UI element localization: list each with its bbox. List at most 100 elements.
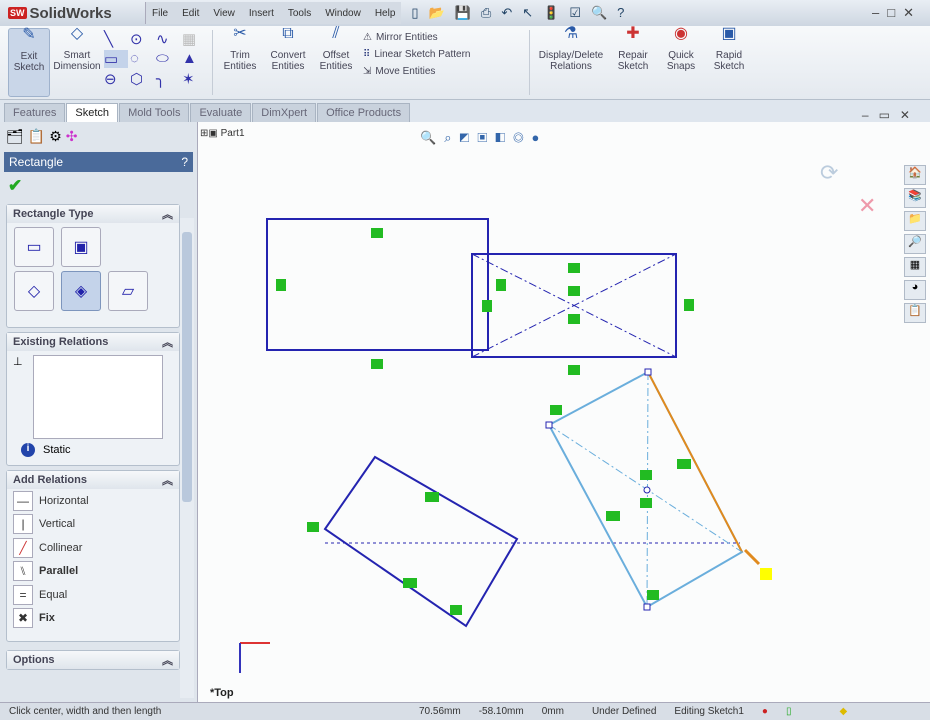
spline-icon[interactable]: ∿	[156, 30, 180, 48]
point-icon[interactable]: ✶	[182, 70, 206, 88]
center-rectangle-button[interactable]: ▣	[61, 227, 101, 267]
search-icon[interactable]: 🔍	[591, 5, 607, 21]
search-icon[interactable]: 🔎	[904, 234, 926, 254]
3pt-corner-rectangle-button[interactable]: ◇	[14, 271, 54, 311]
undo-icon[interactable]: ↶	[501, 5, 512, 21]
relations-list[interactable]	[32, 355, 163, 439]
tag-icon[interactable]: ◆	[830, 706, 856, 717]
file-explorer-icon[interactable]: 📁	[904, 211, 926, 231]
feature-tree-tab-icon[interactable]: 🗂	[6, 128, 24, 146]
3pt-center-rectangle-button[interactable]: ◈	[61, 271, 101, 311]
fillet-icon[interactable]: ╮	[156, 70, 180, 88]
zoom-fit-icon[interactable]: 🔍	[420, 130, 444, 145]
window-controls[interactable]: –□✕	[872, 5, 930, 21]
polygon-icon[interactable]: ⬡	[130, 70, 154, 88]
open-icon[interactable]: 📂	[429, 5, 445, 21]
units-icon[interactable]: ▯	[777, 706, 801, 717]
menu-tools[interactable]: Tools	[288, 8, 311, 19]
relation-collinear[interactable]: ╱ Collinear	[7, 536, 179, 560]
custom-properties-icon[interactable]: 📋	[904, 303, 926, 323]
panel-scrollbar[interactable]	[180, 218, 194, 698]
mirror-entities-button[interactable]: ⚠ Mirror Entities	[363, 32, 523, 43]
convert-entities-button[interactable]: ⧉ Convert Entities	[267, 26, 309, 97]
dimxpert-tab-icon[interactable]: ✣	[66, 128, 78, 146]
rapid-sketch-button[interactable]: ▣ Rapid Sketch	[708, 26, 750, 97]
options-icon[interactable]: ☑	[569, 5, 581, 21]
ok-check-icon[interactable]: ✔	[0, 172, 197, 200]
menu-file[interactable]: File	[152, 8, 168, 19]
part-name[interactable]: Part1	[221, 128, 245, 139]
tab-evaluate[interactable]: Evaluate	[190, 103, 252, 122]
relation-parallel[interactable]: ⑊ Parallel	[7, 560, 179, 584]
circle-icon[interactable]: ⊙	[130, 30, 154, 48]
resources-icon[interactable]: 🏠	[904, 165, 926, 185]
quick-snaps-button[interactable]: ◉ Quick Snaps	[660, 26, 702, 97]
text-icon[interactable]: ▲	[182, 50, 206, 68]
section-view-icon[interactable]: ◩	[459, 130, 477, 145]
help-button[interactable]: ?	[181, 155, 188, 169]
appearances-icon[interactable]: ◕	[904, 280, 926, 300]
rectangle-icon[interactable]: ▭	[104, 50, 128, 68]
rebuild-icon[interactable]: 🚦	[543, 5, 559, 21]
relation-fix[interactable]: ✖ Fix	[7, 607, 179, 631]
view-orientation-icon[interactable]: ▣	[477, 130, 495, 145]
line-icon[interactable]: ╲	[104, 30, 128, 48]
menu-help[interactable]: Help	[375, 8, 396, 19]
linear-pattern-button[interactable]: ⠿ Linear Sketch Pattern	[363, 49, 523, 60]
tab-mold-tools[interactable]: Mold Tools	[119, 103, 190, 122]
parallelogram-button[interactable]: ▱	[108, 271, 148, 311]
tab-dimxpert[interactable]: DimXpert	[252, 103, 317, 122]
display-relations-button[interactable]: ⚗ Display/Delete Relations	[536, 26, 606, 97]
select-icon[interactable]: ↖	[522, 5, 533, 21]
menu-window[interactable]: Window	[325, 8, 361, 19]
tab-sketch[interactable]: Sketch	[66, 103, 119, 122]
relation-vertical[interactable]: | Vertical	[7, 513, 179, 537]
collapse-icon[interactable]: ︽	[162, 334, 173, 350]
zoom-area-icon[interactable]: ⌕	[444, 130, 459, 145]
feature-tree-flyout[interactable]: ⊞▣ Part1	[200, 128, 245, 139]
menu-insert[interactable]: Insert	[249, 8, 274, 19]
collapse-icon[interactable]: ︽	[162, 206, 173, 222]
label: Horizontal	[39, 494, 89, 507]
arc-icon[interactable]: ◌	[130, 50, 154, 68]
document-window-controls[interactable]: –▭✕	[862, 108, 930, 122]
view-palette-icon[interactable]: ▦	[904, 257, 926, 277]
relation-equal[interactable]: = Equal	[7, 583, 179, 607]
corner-rectangle-button[interactable]: ▭	[14, 227, 54, 267]
property-manager-tab-icon[interactable]: 📋	[28, 128, 45, 146]
rebuild-status-icon[interactable]: ●	[753, 706, 777, 717]
help-icon[interactable]: ?	[617, 5, 624, 21]
new-icon[interactable]: ▯	[411, 5, 418, 21]
sketch-rotated-rectangle[interactable]	[323, 455, 519, 628]
ellipse-icon[interactable]: ⬭	[156, 50, 180, 68]
grid-icon[interactable]: ▦	[182, 30, 206, 48]
confirmation-corner[interactable]: ⟳✕	[820, 160, 876, 218]
sketch-canvas[interactable]: ⟳✕	[198, 122, 930, 702]
hide-show-icon[interactable]: ◎	[513, 130, 531, 145]
repair-sketch-button[interactable]: ✚ Repair Sketch	[612, 26, 654, 97]
offset-entities-button[interactable]: ⫽ Offset Entities	[315, 26, 357, 97]
collapse-icon[interactable]: ︽	[162, 472, 173, 488]
display-style-icon[interactable]: ◧	[495, 130, 513, 145]
save-icon[interactable]: 💾	[455, 5, 471, 21]
scroll-thumb[interactable]	[182, 232, 192, 502]
tab-features[interactable]: Features	[4, 103, 66, 122]
appearance-icon[interactable]: ●	[531, 130, 547, 145]
config-tab-icon[interactable]: ⚙	[49, 128, 62, 146]
view-heads-up-toolbar[interactable]: 🔍⌕◩▣◧◎●	[420, 130, 547, 146]
design-library-icon[interactable]: 📚	[904, 188, 926, 208]
move-entities-button[interactable]: ⇲ Move Entities	[363, 66, 523, 77]
relation-horizontal[interactable]: — Horizontal	[7, 489, 179, 513]
menu-edit[interactable]: Edit	[182, 8, 199, 19]
tab-office-products[interactable]: Office Products	[317, 103, 411, 122]
sketch-rectangle-1[interactable]	[266, 218, 489, 351]
smart-dimension-button[interactable]: ◇ Smart Dimension	[53, 26, 100, 97]
menu-view[interactable]: View	[213, 8, 235, 19]
trim-entities-button[interactable]: ✂ Trim Entities	[219, 26, 261, 97]
slot-icon[interactable]: ⊖	[104, 70, 128, 88]
graphics-area[interactable]: ⟳ ✕	[198, 122, 930, 702]
options-group[interactable]: Options ︽	[6, 650, 180, 670]
print-icon[interactable]: ⎙	[481, 5, 491, 21]
exit-sketch-button[interactable]: ✎ Exit Sketch	[8, 27, 50, 97]
expand-icon[interactable]: ︽	[162, 652, 173, 668]
